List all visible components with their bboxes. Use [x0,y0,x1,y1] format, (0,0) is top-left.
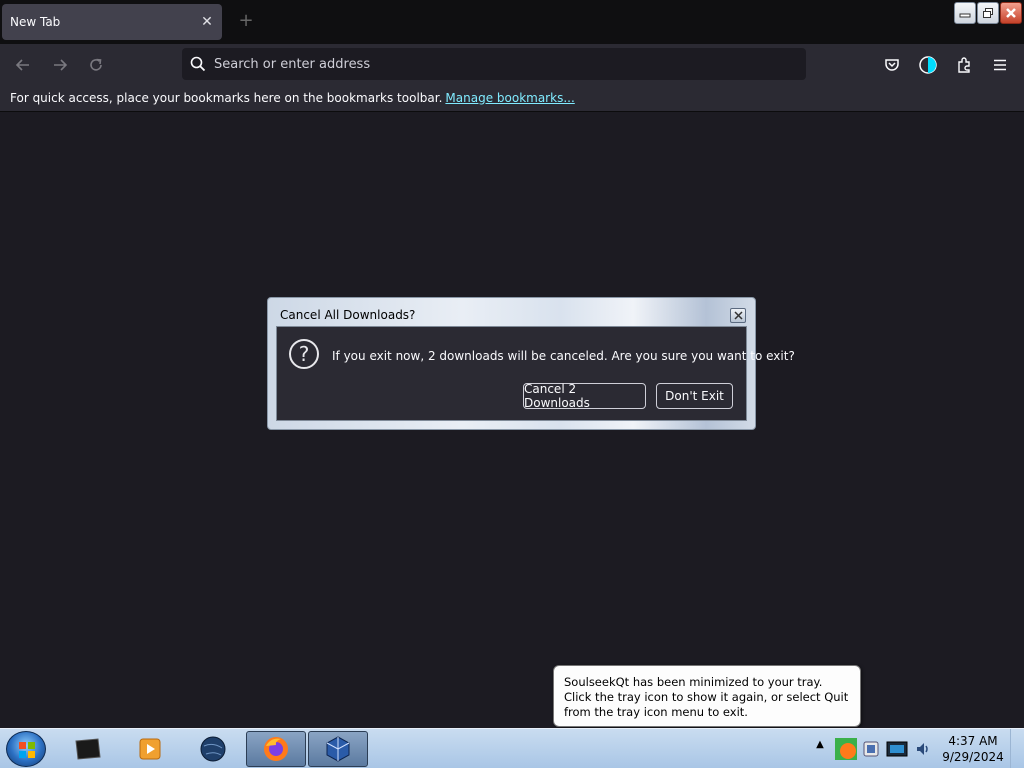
balloon-text: SoulseekQt has been minimized to your tr… [564,675,849,719]
reload-button[interactable] [85,54,107,76]
question-icon: ? [289,339,319,369]
soulseek-tray-icon[interactable] [834,737,858,761]
navigation-toolbar [0,44,1024,84]
puzzle-piece-icon [958,57,970,73]
taskbar-app-media-player[interactable] [120,731,180,767]
show-hidden-icons-button[interactable]: ▲ [812,739,828,759]
firefox-icon [264,737,288,761]
back-arrow-icon [15,59,29,71]
taskbar: ▲ 4:37 AM 9/29/2024 [0,728,1024,768]
clock-time: 4:37 AM [948,734,998,748]
volume-icon[interactable] [914,740,932,758]
network-monitor-icon[interactable] [884,738,910,760]
manage-bookmarks-link[interactable]: Manage bookmarks... [445,91,574,105]
dont-exit-button[interactable]: Don't Exit [656,383,733,409]
tab-close-icon[interactable]: ✕ [200,14,214,30]
minimize-icon [959,13,971,18]
new-tab-plus-icon[interactable]: + [236,12,256,32]
system-clock[interactable]: 4:37 AM 9/29/2024 [940,733,1006,765]
bookmarks-hint-text: For quick access, place your bookmarks h… [10,90,443,105]
close-icon [1006,8,1016,18]
cancel-downloads-dialog: Cancel All Downloads? ? If you exit now,… [267,297,795,430]
address-input[interactable] [214,56,774,72]
restore-button[interactable] [977,2,999,24]
hamburger-menu-icon [994,59,1006,71]
window-controls [954,2,1022,24]
show-desktop-button[interactable] [1010,729,1024,768]
search-icon [190,56,206,72]
taskbar-app-dark-window[interactable] [58,731,118,767]
pocket-button[interactable] [881,54,903,76]
address-bar[interactable] [182,48,806,80]
dialog-close-button[interactable] [730,308,746,323]
restore-icon [983,8,993,18]
pocket-icon [885,59,899,71]
taskbar-app-firefox[interactable] [246,731,306,767]
tray-app-icon[interactable] [862,740,880,758]
back-button[interactable] [12,54,34,76]
globe-icon [200,736,226,762]
extensions-button[interactable] [953,54,975,76]
app-window-icon [75,738,101,760]
tab-strip: New Tab ✕ + [0,0,1024,44]
minimize-button[interactable] [954,2,976,24]
dialog-message: If you exit now, 2 downloads will be can… [332,349,795,363]
system-tray [830,729,938,768]
close-icon [733,311,743,320]
start-button[interactable] [6,731,46,767]
contrast-icon [919,56,937,74]
tab-new-tab[interactable]: New Tab ✕ [2,4,222,40]
theme-toggle-button[interactable] [917,54,939,76]
dialog-body: ? If you exit now, 2 downloads will be c… [276,326,795,421]
bookmarks-toolbar: For quick access, place your bookmarks h… [0,84,1024,112]
menu-button[interactable] [989,54,1011,76]
forward-button[interactable] [49,54,71,76]
tray-notification-balloon[interactable]: SoulseekQt has been minimized to your tr… [553,665,861,727]
cancel-downloads-button[interactable]: Cancel 2 Downloads [523,382,646,410]
media-player-icon [139,738,161,760]
virtualbox-icon [326,736,350,762]
taskbar-app-globe[interactable] [183,731,243,767]
taskbar-app-virtualbox[interactable] [308,731,368,767]
windows-logo-icon [19,742,35,758]
tab-title: New Tab [10,15,61,29]
forward-arrow-icon [54,59,68,71]
close-window-button[interactable] [1000,2,1022,24]
reload-icon [90,58,102,71]
dialog-title: Cancel All Downloads? [280,308,416,322]
clock-date: 9/29/2024 [942,750,1004,764]
